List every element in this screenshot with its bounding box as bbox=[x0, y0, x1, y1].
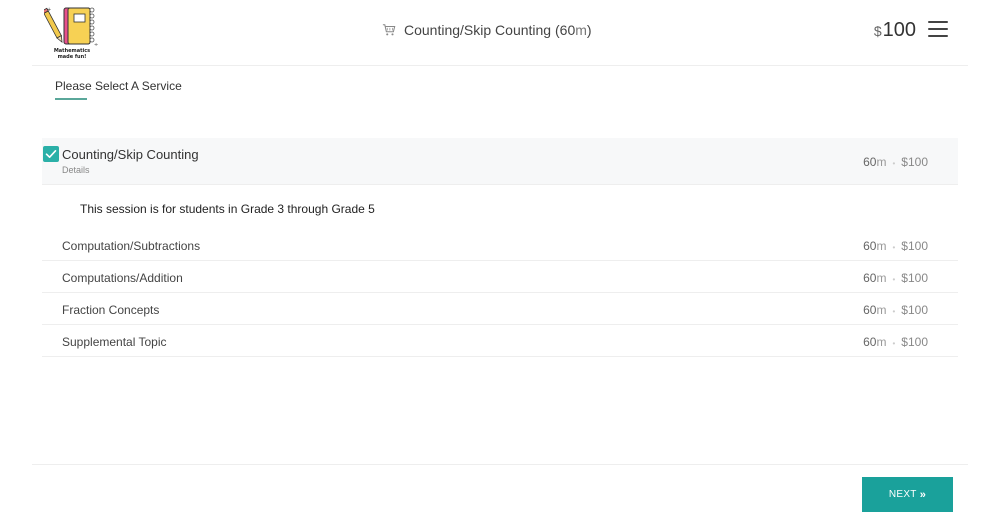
service-duration-unit: m bbox=[876, 335, 887, 349]
service-currency: $ bbox=[901, 335, 908, 349]
double-chevron-right-icon: » bbox=[919, 488, 927, 501]
svg-text:+: + bbox=[47, 7, 51, 13]
service-item-computation-subtractions[interactable]: Computation/Subtractions 60m • $100 bbox=[42, 229, 958, 261]
step-title: Please Select A Service bbox=[55, 79, 182, 93]
service-item-selected[interactable]: Counting/Skip Counting Details 60m • $100 bbox=[42, 138, 958, 185]
next-button-label: NEXT bbox=[888, 489, 917, 500]
cart-duration-open: ( bbox=[551, 22, 560, 38]
cart-summary-text: Counting/Skip Counting (60m) bbox=[404, 22, 592, 38]
service-duration-unit: m bbox=[876, 155, 887, 169]
logo-caption-line-2: made fun! bbox=[57, 54, 87, 60]
service-description-text: This session is for students in Grade 3 … bbox=[80, 202, 375, 216]
service-item-supplemental-topic[interactable]: Supplemental Topic 60m • $100 bbox=[42, 325, 958, 357]
hamburger-menu-icon-bar bbox=[928, 28, 948, 30]
cart-duration-value: 60 bbox=[559, 22, 576, 38]
service-name: Computations/Addition bbox=[62, 271, 183, 285]
service-details-link[interactable]: Details bbox=[62, 165, 90, 175]
service-name: Supplemental Topic bbox=[62, 335, 167, 349]
total-currency: $ bbox=[873, 23, 882, 39]
checkmark-icon bbox=[45, 150, 57, 158]
logo[interactable]: + ÷ Mathematics made fun! bbox=[41, 4, 100, 62]
service-item-computations-addition[interactable]: Computations/Addition 60m • $100 bbox=[42, 261, 958, 293]
meta-separator-dot: • bbox=[892, 275, 896, 284]
logo-caption: Mathematics made fun! bbox=[44, 48, 100, 60]
meta-separator-dot: • bbox=[892, 339, 896, 348]
total-amount: 100 bbox=[882, 19, 916, 41]
cart-summary[interactable]: Counting/Skip Counting (60m) bbox=[382, 22, 592, 38]
service-list: Counting/Skip Counting Details 60m • $100 … bbox=[42, 138, 958, 357]
service-duration: 60 bbox=[863, 155, 877, 169]
notebook-pencil-logo: + ÷ bbox=[41, 7, 98, 48]
service-duration: 60 bbox=[863, 239, 877, 253]
service-duration-unit: m bbox=[876, 239, 887, 253]
hamburger-menu-icon-bar bbox=[928, 35, 948, 37]
service-duration: 60 bbox=[863, 271, 877, 285]
service-name: Fraction Concepts bbox=[62, 303, 160, 317]
meta-separator-dot: • bbox=[892, 307, 896, 316]
service-currency: $ bbox=[901, 155, 908, 169]
service-currency: $ bbox=[901, 303, 908, 317]
service-meta: 60m • $100 bbox=[863, 271, 928, 285]
service-price: 100 bbox=[907, 271, 928, 285]
service-name: Computation/Subtractions bbox=[62, 239, 201, 253]
cart-duration-unit: m bbox=[575, 22, 587, 38]
hamburger-menu-icon bbox=[928, 21, 948, 23]
meta-separator-dot: • bbox=[892, 243, 896, 252]
service-meta: 60m • $100 bbox=[863, 303, 928, 317]
service-price: 100 bbox=[907, 303, 928, 317]
service-price: 100 bbox=[907, 239, 928, 253]
service-duration-unit: m bbox=[876, 303, 887, 317]
service-duration-unit: m bbox=[876, 271, 887, 285]
service-price: 100 bbox=[907, 155, 928, 169]
service-name: Counting/Skip Counting bbox=[62, 147, 199, 162]
service-currency: $ bbox=[901, 271, 908, 285]
step-title-underline bbox=[55, 98, 87, 100]
footer: NEXT» bbox=[32, 464, 968, 519]
service-description: This session is for students in Grade 3 … bbox=[42, 185, 958, 229]
next-button[interactable]: NEXT» bbox=[862, 477, 953, 512]
cart-icon bbox=[382, 24, 396, 36]
hamburger-menu-button[interactable] bbox=[928, 20, 948, 38]
service-meta: 60m • $100 bbox=[863, 155, 928, 169]
service-duration: 60 bbox=[863, 335, 877, 349]
service-duration: 60 bbox=[863, 303, 877, 317]
header: + ÷ Mathematics made fun! Counting/Skip … bbox=[32, 0, 968, 66]
cart-service-name: Counting/Skip Counting bbox=[404, 22, 552, 38]
service-price: 100 bbox=[907, 335, 928, 349]
service-checkbox[interactable] bbox=[43, 146, 59, 162]
meta-separator-dot: • bbox=[892, 159, 896, 168]
cart-duration-close: ) bbox=[586, 22, 592, 38]
service-meta: 60m • $100 bbox=[863, 239, 928, 253]
cart-total: $100 bbox=[874, 19, 916, 42]
service-meta: 60m • $100 bbox=[863, 335, 928, 349]
service-currency: $ bbox=[901, 239, 908, 253]
service-item-fraction-concepts[interactable]: Fraction Concepts 60m • $100 bbox=[42, 293, 958, 325]
